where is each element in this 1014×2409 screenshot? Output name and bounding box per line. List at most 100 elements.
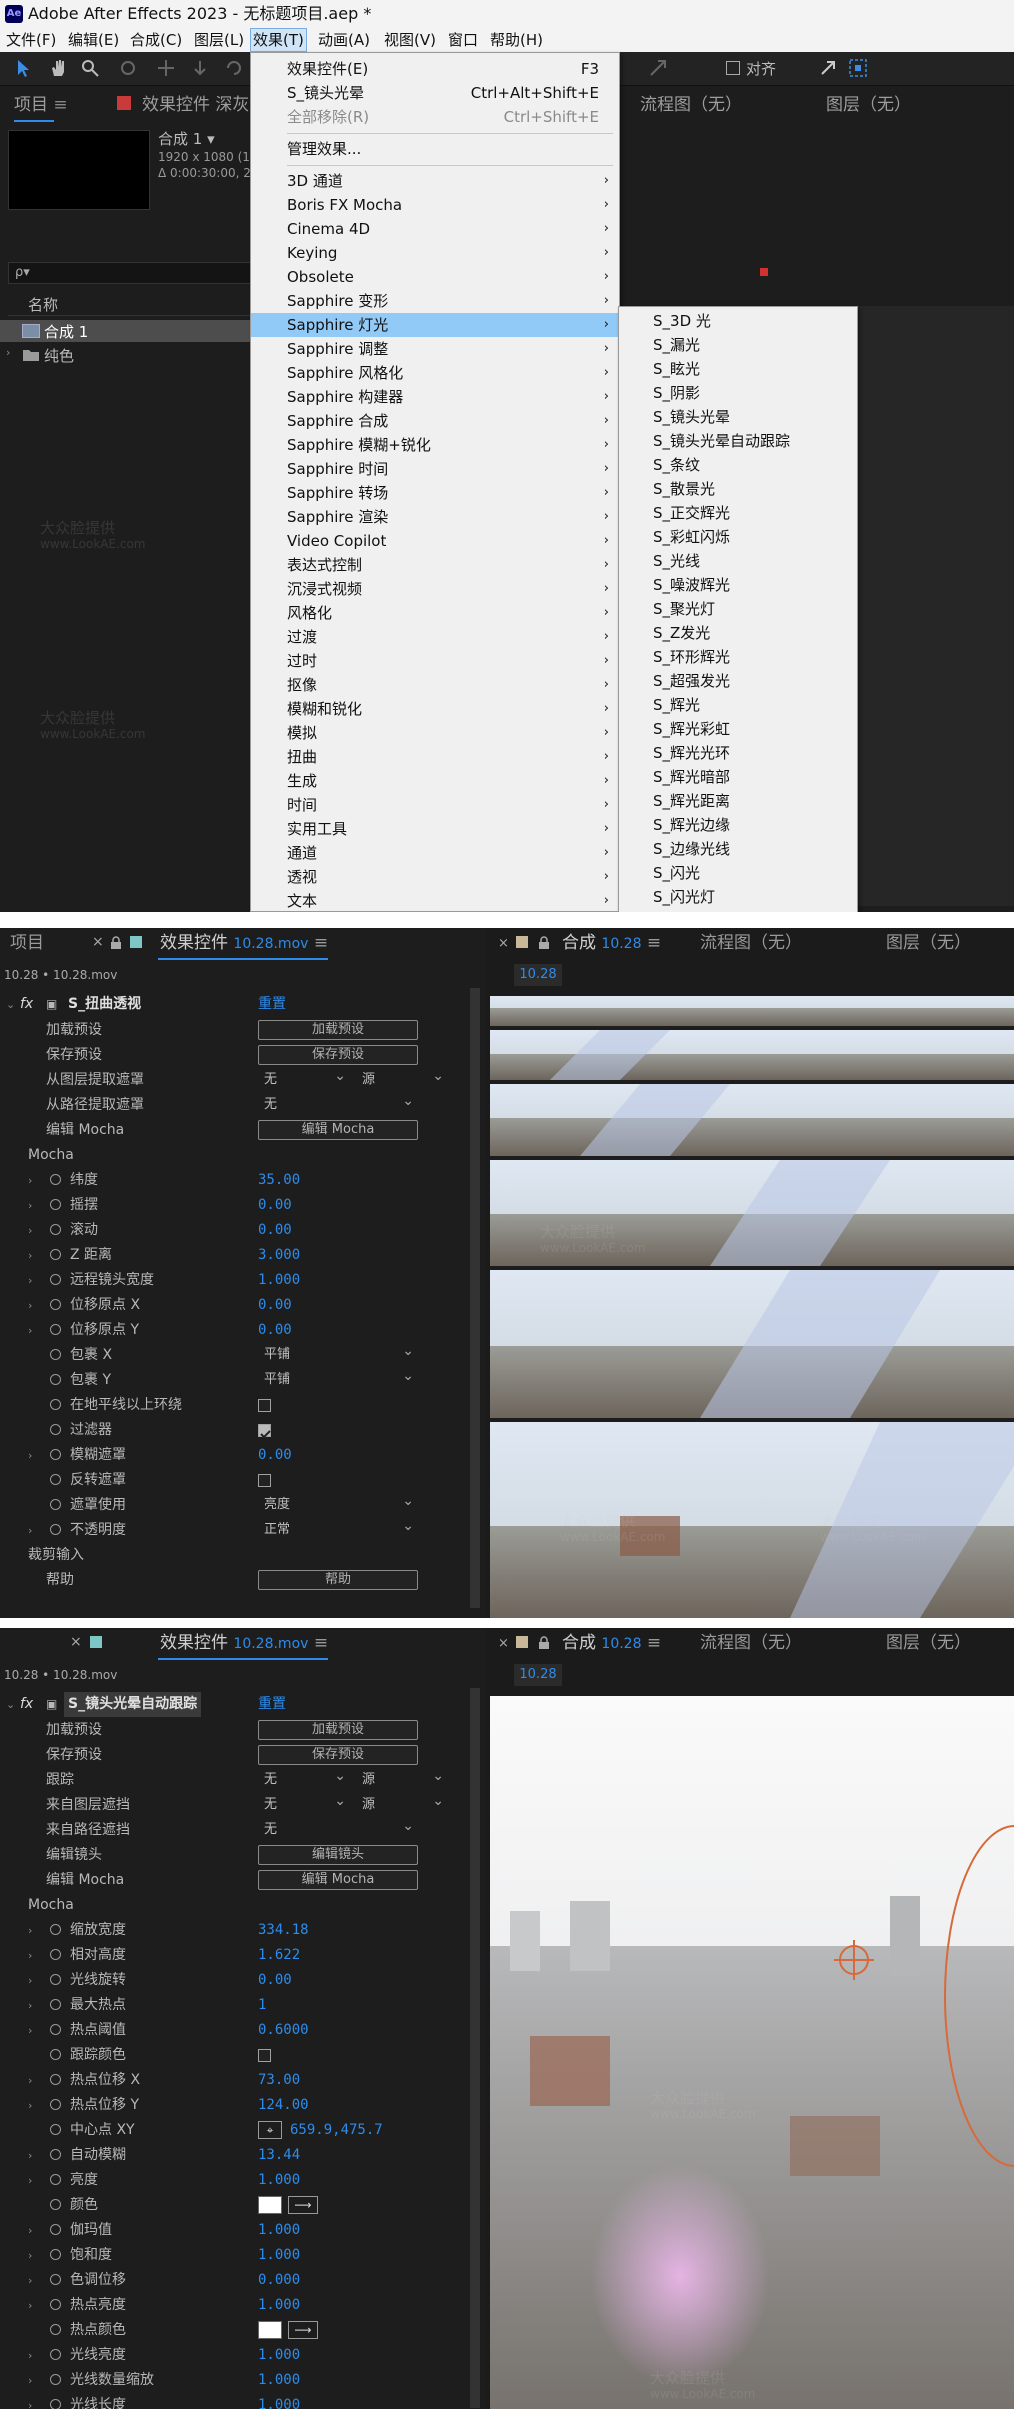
param-dropdown[interactable]: 无 (258, 1066, 350, 1090)
param-row-from_path_occ[interactable]: 来自路径遮挡 无 (0, 1816, 470, 1843)
param-value[interactable]: 1.000 (258, 2293, 300, 2318)
stopwatch-icon[interactable] (50, 1199, 61, 1210)
submenu-item-sapphire-light[interactable]: S_条纹 (619, 453, 857, 477)
param-row-max_hot[interactable]: › 最大热点 1 (0, 1993, 470, 2018)
lock-icon[interactable] (110, 936, 122, 950)
collapse-arrow-icon[interactable]: ⌄ (6, 992, 15, 1017)
comp-breadcrumb-chip[interactable]: 10.28 (514, 1664, 562, 1686)
param-row-from_layer_matte[interactable]: 从图层提取遮罩 无源 (0, 1066, 470, 1093)
param-row-crop_input[interactable]: › 裁剪输入 (0, 1543, 470, 1568)
tab-composition[interactable]: 合成 10.28 ≡ (562, 1628, 661, 1658)
param-row-saturation[interactable]: › 饱和度 1.000 (0, 2243, 470, 2268)
expand-arrow-icon[interactable]: › (28, 2343, 32, 2368)
param-row-shake[interactable]: › 摇摆 0.00 (0, 1193, 470, 1218)
menu-file[interactable]: 文件(F) (6, 28, 56, 52)
menu-animation[interactable]: 动画(A) (318, 28, 370, 52)
menu-item-effect-category[interactable]: Sapphire 构建器 › (251, 385, 619, 409)
param-row-track_color[interactable]: 跟踪颜色 (0, 2043, 470, 2068)
stopwatch-icon[interactable] (50, 1424, 61, 1435)
stopwatch-icon[interactable] (50, 2249, 61, 2260)
tab-flowchart[interactable]: 流程图（无） (700, 1628, 802, 1658)
stopwatch-icon[interactable] (50, 2099, 61, 2110)
menu-item-effect-category[interactable]: 文本 › (251, 889, 619, 912)
menu-item-effect-category[interactable]: 实用工具 › (251, 817, 619, 841)
param-row-hot_color[interactable]: 热点颜色 ⟶ (0, 2318, 470, 2343)
submenu-item-sapphire-light[interactable]: S_Z发光 (619, 621, 857, 645)
stopwatch-icon[interactable] (50, 1249, 61, 1260)
expand-arrow-icon[interactable]: › (28, 2168, 32, 2193)
param-value[interactable]: 0.000 (258, 2268, 300, 2293)
stopwatch-icon[interactable] (50, 2324, 61, 2335)
submenu-item-sapphire-light[interactable]: S_散景光 (619, 477, 857, 501)
expand-arrow-icon[interactable]: › (28, 1518, 32, 1543)
expand-arrow-icon[interactable]: › (28, 2068, 32, 2093)
param-value[interactable]: 0.00 (258, 1968, 292, 1993)
expand-arrow-icon[interactable]: › (28, 1243, 32, 1268)
tab-layer[interactable]: 图层（无） (826, 88, 911, 122)
param-value[interactable]: 73.00 (258, 2068, 300, 2093)
param-row-edit_lens[interactable]: 编辑镜头 编辑镜头 (0, 1843, 470, 1868)
expand-arrow-icon[interactable] (818, 58, 838, 78)
submenu-item-sapphire-light[interactable]: S_超强发光 (619, 669, 857, 693)
param-value[interactable]: 1.000 (258, 2393, 300, 2409)
submenu-item-sapphire-light[interactable]: S_辉光边缘 (619, 813, 857, 837)
menu-view[interactable]: 视图(V) (384, 28, 436, 52)
menu-item-effect-category[interactable]: 风格化 › (251, 601, 619, 625)
fx-icon[interactable]: fx (20, 992, 33, 1017)
stopwatch-icon[interactable] (50, 1999, 61, 2010)
param-row-save_preset[interactable]: 保存预设 保存预设 (0, 1043, 470, 1068)
expand-arrow-icon[interactable]: › (28, 1918, 32, 1943)
param-row-matte_use[interactable]: 遮罩使用 亮度 (0, 1491, 470, 1518)
stopwatch-icon[interactable] (50, 1349, 61, 1360)
submenu-item-sapphire-light[interactable]: S_噪波辉光 (619, 573, 857, 597)
expand-arrow-icon[interactable]: › (28, 2243, 32, 2268)
stopwatch-icon[interactable] (50, 1449, 61, 1460)
param-row-shift_y[interactable]: › 位移原点 Y 0.00 (0, 1318, 470, 1343)
selection-tool-icon[interactable] (14, 58, 34, 78)
expand-arrow-icon[interactable]: › (28, 2268, 32, 2293)
expand-arrow-icon[interactable]: › (28, 1193, 32, 1218)
expand-arrow-icon[interactable]: › (28, 1968, 32, 1993)
param-checkbox[interactable] (258, 1424, 271, 1439)
submenu-item-sapphire-light[interactable]: S_环形辉光 (619, 645, 857, 669)
project-item-comp[interactable]: 合成 1 (0, 320, 252, 342)
param-row-hot_x[interactable]: › 热点位移 X 73.00 (0, 2068, 470, 2093)
param-row-lat[interactable]: › 纬度 35.00 (0, 1168, 470, 1193)
menu-item-effect-category[interactable]: Sapphire 调整 › (251, 337, 619, 361)
param-row-help[interactable]: 帮助 帮助 (0, 1568, 470, 1593)
param-row-auto_blur[interactable]: › 自动模糊 13.44 (0, 2143, 470, 2168)
submenu-item-sapphire-light[interactable]: S_闪光灯 (619, 885, 857, 909)
param-value[interactable]: 0.00 (258, 1193, 292, 1218)
menu-help[interactable]: 帮助(H) (490, 28, 543, 52)
param-row-wrap_y[interactable]: 包裹 Y 平铺 (0, 1366, 470, 1393)
param-button[interactable]: 保存预设 (258, 1745, 418, 1765)
param-value[interactable]: 13.44 (258, 2143, 300, 2168)
menu-item-effect-category[interactable]: Sapphire 模糊+锐化 › (251, 433, 619, 457)
param-row-ray_rot[interactable]: › 光线旋转 0.00 (0, 1968, 470, 1993)
param-row-ray_len[interactable]: › 光线长度 1.000 (0, 2393, 470, 2409)
stopwatch-icon[interactable] (50, 1974, 61, 1985)
stopwatch-icon[interactable] (50, 1524, 61, 1535)
submenu-item-sapphire-light[interactable]: S_彩虹闪烁 (619, 525, 857, 549)
param-button[interactable]: 保存预设 (258, 1045, 418, 1065)
param-value[interactable]: 0.00 (258, 1218, 292, 1243)
menu-item-effect-category[interactable]: 过渡 › (251, 625, 619, 649)
stopwatch-icon[interactable] (50, 2224, 61, 2235)
param-value[interactable]: 0.00 (258, 1443, 292, 1468)
param-value[interactable]: 1.000 (258, 2218, 300, 2243)
submenu-item-sapphire-light[interactable]: S_漏光 (619, 333, 857, 357)
close-tab-icon[interactable]: × (70, 1634, 82, 1650)
project-search-input[interactable]: ρ▾ (8, 262, 253, 284)
param-row-edit_mocha[interactable]: 编辑 Mocha 编辑 Mocha (0, 1868, 470, 1893)
param-row-color[interactable]: 颜色 ⟶ (0, 2193, 470, 2218)
menu-item-effect-category[interactable]: 生成 › (251, 769, 619, 793)
param-button[interactable]: 编辑 Mocha (258, 1120, 418, 1140)
expand-arrow-icon[interactable]: › (28, 1293, 32, 1318)
stopwatch-icon[interactable] (50, 2374, 61, 2385)
stopwatch-icon[interactable] (50, 1224, 61, 1235)
param-row-hot_thresh[interactable]: › 热点阈值 0.6000 (0, 2018, 470, 2043)
stopwatch-icon[interactable] (50, 2399, 61, 2409)
param-value[interactable]: 0.6000 (258, 2018, 309, 2043)
snap-grid-icon[interactable] (848, 58, 868, 78)
stopwatch-icon[interactable] (50, 1474, 61, 1485)
